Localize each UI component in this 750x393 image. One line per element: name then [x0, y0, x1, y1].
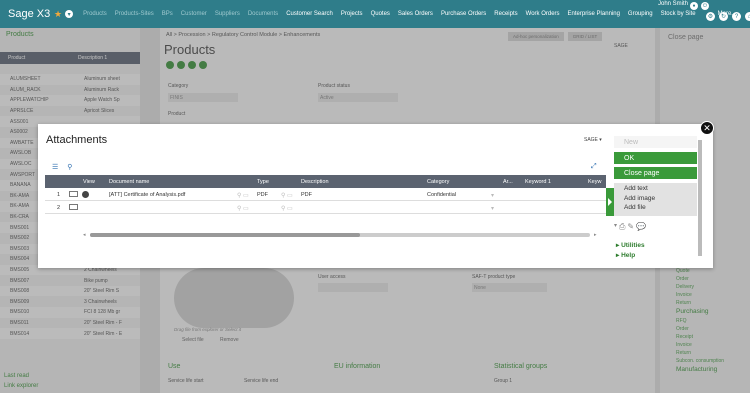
ok-button[interactable]: OK [614, 152, 697, 164]
help-label: Help [621, 252, 636, 259]
document-name-cell[interactable]: [ATT] Certificate of Analysis.pdf [109, 192, 185, 198]
scroll-left-icon[interactable]: ◂ [83, 232, 86, 238]
utilities-label: Utilities [621, 242, 645, 249]
nav-item-customer-search[interactable]: Customer Search [282, 11, 337, 17]
add-text-button[interactable]: Add text [624, 185, 687, 195]
power-icon[interactable]: ⏻ [701, 2, 709, 10]
description-cell[interactable]: PDF [301, 192, 312, 198]
nav-item-customer[interactable]: Customer [177, 11, 211, 17]
expand-icon[interactable]: ⤢ [591, 163, 597, 171]
close-dialog-icon[interactable]: ✕ [700, 121, 714, 135]
col-document-name[interactable]: Document name [109, 179, 149, 185]
top-bar: Sage X3 ★ ▾ Products Products-Sites BPs … [0, 0, 750, 28]
nav-item-projects[interactable]: Projects [337, 11, 367, 17]
top-nav: Products Products-Sites BPs Customer Sup… [79, 11, 740, 17]
nav-item-enterprise-planning[interactable]: Enterprise Planning [564, 11, 624, 17]
type-zoom-icon[interactable]: ⚲ ▭ [281, 205, 293, 212]
app-logo[interactable]: Sage X3 [0, 8, 54, 20]
add-image-button[interactable]: Add image [624, 195, 687, 205]
type-zoom-icon[interactable]: ⚲ ▭ [281, 192, 293, 199]
add-actions-group: Add text Add image Add file [614, 183, 697, 216]
category-dropdown-icon[interactable]: ▾ [491, 192, 494, 199]
scroll-right-icon[interactable]: ▸ [594, 232, 597, 238]
nav-item-products-sites[interactable]: Products-Sites [111, 11, 158, 17]
attachments-table: View Document name Type Description Cate… [45, 175, 606, 238]
grid-toolbar: ☰ ⚲ [52, 163, 72, 171]
favorites-star-icon[interactable]: ★ [54, 9, 62, 20]
nav-item-stock-by-site[interactable]: Stock by Site [657, 11, 700, 17]
action-panel-scrollbar[interactable] [698, 140, 702, 256]
row-number: 2 [57, 205, 61, 211]
scrollbar-thumb[interactable] [90, 233, 360, 237]
grid-settings-icon[interactable]: ☰ [52, 163, 58, 171]
table-header: View Document name Type Description Cate… [45, 175, 606, 188]
nav-item-quotes[interactable]: Quotes [367, 11, 394, 17]
user-icon[interactable]: ● [690, 2, 698, 10]
category-dropdown-icon[interactable]: ▾ [491, 205, 494, 212]
action-icons: ▾ ⎙ ✎ 💬 [614, 222, 646, 232]
dialog-sage-menu[interactable]: SAGE ▾ [584, 137, 602, 143]
paperclip-icon[interactable]: ✎ [627, 222, 634, 232]
print-icon[interactable]: ⎙ [619, 222, 625, 232]
nav-item-products[interactable]: Products [79, 11, 111, 17]
row-number: 1 [57, 192, 61, 198]
dialog-title: Attachments [46, 134, 108, 146]
panel-toggle-tab[interactable] [606, 188, 614, 216]
comment-icon[interactable]: 💬 [636, 222, 646, 232]
utilities-section[interactable]: ▸ Utilities [616, 241, 645, 249]
nav-item-documents[interactable]: Documents [244, 11, 282, 17]
attachments-grid-wrapper: ☰ ⚲ ⤢ View Document name Type Descriptio… [45, 160, 606, 252]
nav-item-bps[interactable]: BPs [158, 11, 177, 17]
view-icon[interactable] [82, 191, 89, 198]
attachments-dialog: Attachments SAGE ▾ ✕ ☰ ⚲ ⤢ View Document… [38, 121, 714, 268]
col-ar[interactable]: Ar... [503, 179, 513, 185]
dropdown-arrow-icon[interactable]: ▾ [614, 222, 617, 232]
add-file-button[interactable]: Add file [624, 204, 687, 214]
col-keyword-1[interactable]: Keyword 1 [525, 179, 551, 185]
col-category[interactable]: Category [427, 179, 449, 185]
nav-item-purchase-orders[interactable]: Purchase Orders [437, 11, 490, 17]
help-section[interactable]: ▸ Help [616, 251, 635, 259]
table-row[interactable]: 2 ⚲ ▭ ⚲ ▭ ▾ [45, 201, 606, 214]
settings-icon[interactable]: ⚙ [706, 12, 715, 21]
home-icon[interactable]: ⌂ [745, 12, 750, 21]
dialog-action-panel: New OK Close page Add text Add image Add… [614, 136, 702, 265]
toolbar-icons: ⚙ ↻ ? ⌂ [706, 12, 750, 21]
dialog-sage-label: SAGE [584, 137, 598, 143]
type-cell[interactable]: PDF [257, 192, 268, 198]
col-keyword-2[interactable]: Keyw [588, 179, 601, 185]
grid-search-icon[interactable]: ⚲ [67, 163, 72, 171]
zoom-icon[interactable]: ⚲ ▭ [237, 205, 249, 212]
user-name[interactable]: John Smith [658, 1, 688, 7]
horizontal-scrollbar[interactable] [90, 233, 590, 237]
panel-toggle-arrow-icon [608, 198, 612, 206]
refresh-icon[interactable]: ↻ [719, 12, 728, 21]
zoom-icon[interactable]: ⚲ ▭ [237, 192, 249, 199]
nav-item-grouping[interactable]: Grouping [624, 11, 657, 17]
chevron-down-icon[interactable]: ▾ [65, 10, 74, 18]
col-description[interactable]: Description [301, 179, 329, 185]
user-icons: ● ⏻ [690, 2, 709, 10]
close-page-button[interactable]: Close page [614, 167, 697, 179]
col-view[interactable]: View [83, 179, 95, 185]
category-cell[interactable]: Confidential [427, 192, 456, 198]
help-icon[interactable]: ? [732, 12, 741, 21]
nav-item-sales-orders[interactable]: Sales Orders [394, 11, 437, 17]
new-button[interactable]: New [614, 136, 697, 148]
nav-item-work-orders[interactable]: Work Orders [522, 11, 564, 17]
nav-item-suppliers[interactable]: Suppliers [211, 11, 244, 17]
col-type[interactable]: Type [257, 179, 269, 185]
nav-item-receipts[interactable]: Receipts [490, 11, 521, 17]
row-edit-icon[interactable] [69, 191, 78, 197]
row-edit-icon[interactable] [69, 204, 78, 210]
table-row[interactable]: 1 [ATT] Certificate of Analysis.pdf ⚲ ▭ … [45, 188, 606, 201]
